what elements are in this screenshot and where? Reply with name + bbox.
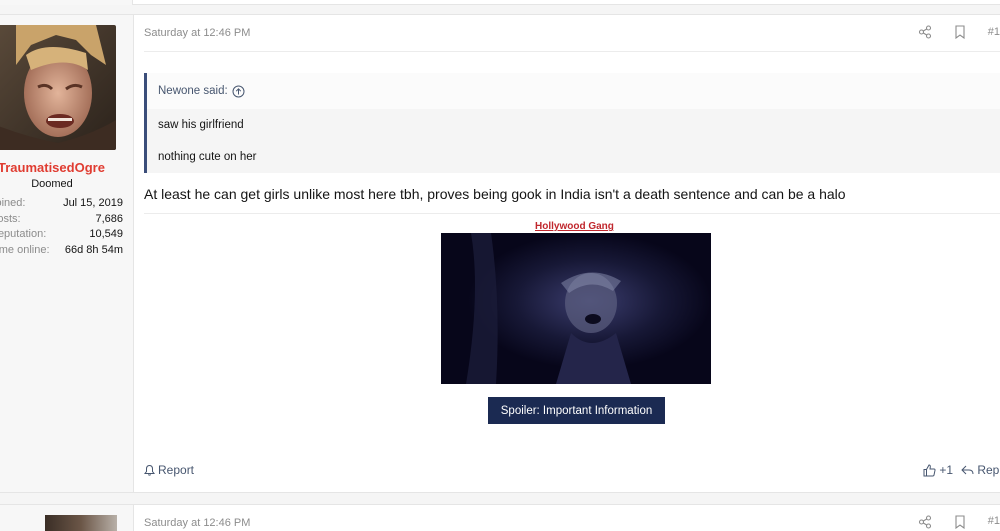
expand-quote-icon[interactable]: [232, 85, 245, 98]
report-link[interactable]: Report: [144, 463, 194, 477]
previous-post-edge: [0, 0, 1000, 14]
quote-body: saw his girlfriend nothing cute on her: [147, 109, 1000, 173]
signature-divider: [144, 213, 1000, 214]
bookmark-icon[interactable]: [954, 515, 966, 529]
stat-value: 7,686: [95, 212, 123, 225]
signature-title-link[interactable]: Hollywood Gang: [535, 221, 614, 232]
previous-post-card-bottom: [0, 0, 1000, 5]
stat-label: Time online:: [0, 243, 50, 256]
quote-block: Newone said: saw his girlfriend nothing …: [144, 73, 1000, 173]
avatar[interactable]: [0, 25, 116, 150]
next-post-header-actions: #1: [918, 515, 1000, 529]
bell-icon: [144, 464, 155, 476]
stat-value: 10,549: [89, 228, 123, 240]
share-icon[interactable]: [918, 515, 932, 529]
reaction-count: +1: [939, 463, 953, 477]
stat-posts: Posts: 7,686: [0, 212, 123, 228]
post-number[interactable]: #1: [988, 26, 1000, 38]
user-pane: TraumatisedOgre Doomed Joined: Jul 15, 2…: [0, 15, 134, 492]
quote-line: saw his girlfriend: [158, 119, 244, 131]
quote-line: nothing cute on her: [158, 151, 257, 163]
signature-image: [441, 233, 711, 384]
user-title: Doomed: [31, 178, 73, 190]
forum-post: TraumatisedOgre Doomed Joined: Jul 15, 2…: [0, 14, 1000, 493]
stat-label: Reputation:: [0, 228, 47, 240]
stat-label: Posts:: [0, 212, 21, 225]
post-number[interactable]: #1: [988, 515, 1000, 529]
stat-value: Jul 15, 2019: [63, 197, 123, 209]
reply-button[interactable]: Reply: [961, 463, 1000, 477]
reply-label: Reply: [977, 463, 1000, 477]
stat-time-online: Time online: 66d 8h 54m: [0, 243, 123, 259]
user-stats: Joined: Jul 15, 2019 Posts: 7,686 Reputa…: [0, 196, 123, 258]
report-label: Report: [158, 463, 195, 477]
divider: [144, 51, 1000, 52]
quote-header[interactable]: Newone said:: [147, 73, 1000, 109]
next-post-avatar[interactable]: [45, 515, 117, 531]
post-date[interactable]: Saturday at 12:46 PM: [144, 27, 250, 39]
next-post-userpane: [0, 505, 134, 531]
thumbs-up-icon: [923, 463, 936, 477]
previous-post-userpane: [0, 0, 133, 5]
stat-reputation: Reputation: 10,549: [0, 227, 123, 243]
stat-joined: Joined: Jul 15, 2019: [0, 196, 123, 212]
post-message: At least he can get girls unlike most he…: [144, 186, 846, 202]
spoiler-button[interactable]: Spoiler: Important Information: [488, 397, 665, 424]
post-footer: Report +1 Reply: [144, 463, 1000, 483]
like-button[interactable]: +1: [923, 463, 953, 477]
bookmark-icon[interactable]: [954, 25, 966, 39]
post-main: Saturday at 12:46 PM #1 Newone said: saw…: [134, 15, 1000, 492]
username[interactable]: TraumatisedOgre: [0, 160, 105, 175]
post-header-actions: #1: [918, 25, 1000, 39]
reply-icon: [961, 464, 974, 476]
next-post: Saturday at 12:46 PM #1: [0, 504, 1000, 531]
stat-value: 66d 8h 54m: [64, 243, 123, 256]
next-post-date[interactable]: Saturday at 12:46 PM: [144, 517, 250, 529]
quote-author[interactable]: Newone said:: [158, 73, 228, 109]
stat-label: Joined:: [0, 197, 26, 209]
share-icon[interactable]: [918, 25, 932, 39]
